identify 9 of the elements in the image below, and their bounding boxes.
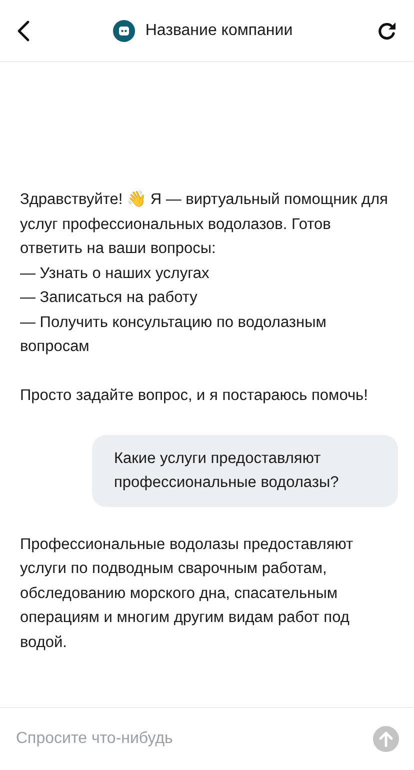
arrow-up-icon (379, 731, 393, 747)
robot-logo-icon (113, 20, 136, 42)
message-input[interactable]: Спросите что-нибудь (16, 730, 365, 748)
bot-message-text: Просто задайте вопрос, и я постараюсь помочь! (20, 386, 369, 406)
user-message-text: Какие услуги предоставляют профессиональные водолазы? (114, 448, 340, 492)
bot-message-text: Профессиональные водолазы предоставляют услуги по подводным сварочным работам, обследованию морского дна, спасательным операциям и многим другим видам работ под водой. (20, 534, 354, 652)
back-icon (16, 20, 30, 42)
company-title: Название компании (145, 22, 293, 40)
bot-message-text: Здравствуйте! 👋 Я — виртуальный помощник для услуг профессиональных водолазов. Готов ответить на ваши вопросы: — Узнать о наших услугах — Записаться на работу — Получить консультацию по водолазным вопросам (20, 190, 389, 357)
